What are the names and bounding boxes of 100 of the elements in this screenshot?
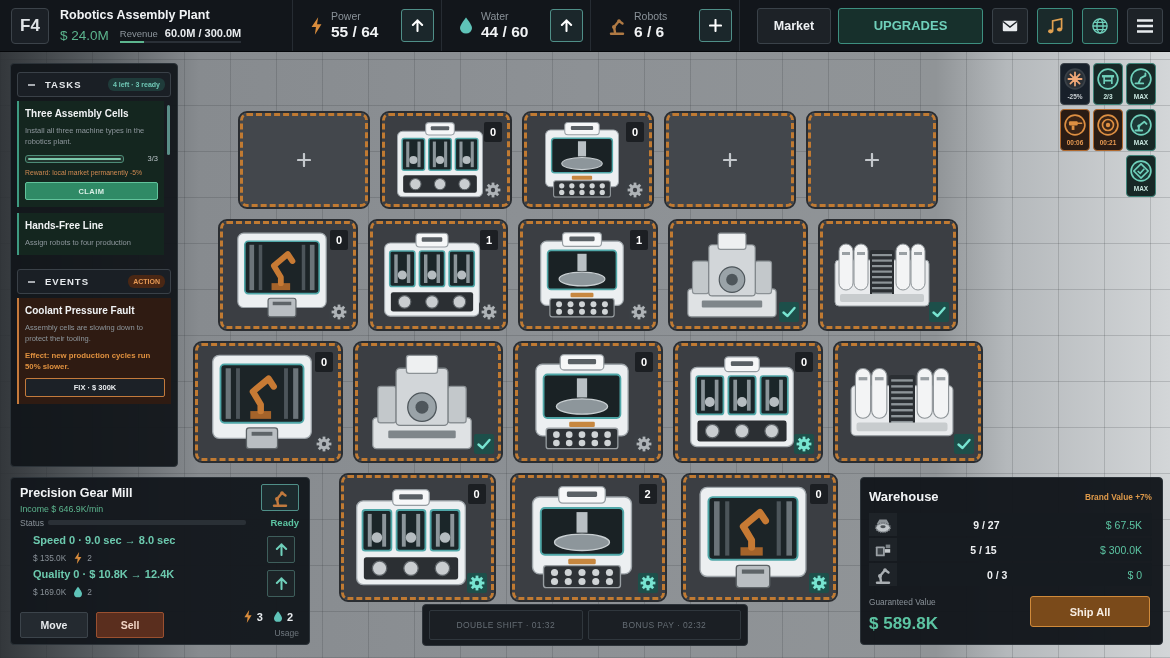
plant-name: Robotics Assembly Plant xyxy=(60,8,211,22)
stock-amount: 5 / 15 xyxy=(969,543,998,556)
tile-count: 0 xyxy=(484,122,502,142)
floor-tile[interactable]: 2 xyxy=(511,475,665,600)
tile-count: 0 xyxy=(626,122,644,142)
empty-floor-tile[interactable] xyxy=(808,113,936,207)
tile-count: 1 xyxy=(480,230,498,250)
water-drop-icon xyxy=(74,586,83,598)
nav-button[interactable]: UPGRADES xyxy=(838,7,983,44)
add-button[interactable] xyxy=(699,9,732,42)
music-button[interactable] xyxy=(1037,7,1073,44)
upgrade-title: Quality 0 · $ 10.8K → 12.4K xyxy=(33,568,176,580)
floor-tile[interactable]: 0 xyxy=(682,475,836,600)
tile-count: 0 xyxy=(809,484,828,504)
collapse-icon xyxy=(28,83,35,86)
arrow-up-icon xyxy=(411,19,424,32)
globe-button[interactable] xyxy=(1082,7,1118,44)
upgrade-cost: $ 135.0K xyxy=(33,553,67,563)
upgrade-resource-amount: 2 xyxy=(87,587,92,597)
tile-count: 2 xyxy=(638,484,657,504)
usage-amount: 2 xyxy=(286,610,293,623)
empty-floor-tile[interactable] xyxy=(240,113,368,207)
tile-count: 0 xyxy=(315,352,333,372)
task-title: Hands-Free Line xyxy=(25,220,105,231)
upgrade-button[interactable] xyxy=(401,9,434,42)
machine-name: Precision Gear Mill xyxy=(20,486,133,500)
tile-count: 0 xyxy=(467,484,486,504)
empty-floor-tile[interactable] xyxy=(666,113,794,207)
upgrade-button[interactable] xyxy=(267,569,295,597)
arrow-up-icon xyxy=(560,19,573,32)
floor-tile[interactable] xyxy=(670,221,806,329)
tile-count: 0 xyxy=(635,352,653,372)
plus-icon xyxy=(709,19,722,32)
upgrade-resource-amount: 2 xyxy=(87,553,92,563)
nav-button[interactable]: Market xyxy=(757,7,831,44)
upgrade-title: Speed 0 · 9.0 sec → 8.0 sec xyxy=(33,534,177,546)
stock-value: $ 67.5K xyxy=(1105,518,1143,531)
sell-button[interactable]: Sell xyxy=(96,612,164,638)
tile-count: 1 xyxy=(630,230,648,250)
robot-arm-icon xyxy=(874,565,892,584)
music-note-icon xyxy=(1047,17,1063,34)
ship-all-button[interactable]: Ship All xyxy=(1030,596,1150,627)
floor-tile[interactable]: 0 xyxy=(382,113,510,207)
resource-value: 6 / 6 xyxy=(634,23,666,41)
floor-tile[interactable]: 0 xyxy=(340,475,494,600)
arrow-up-icon xyxy=(274,576,288,590)
upgrade-button[interactable] xyxy=(267,535,295,563)
guaranteed-value: $ 589.8K xyxy=(869,614,938,634)
floor-tile[interactable] xyxy=(835,343,981,461)
globe-icon xyxy=(1092,17,1108,34)
stock-amount: 0 / 3 xyxy=(985,568,1009,581)
robot-arm-icon xyxy=(609,16,625,35)
move-button[interactable]: Move xyxy=(20,612,88,638)
stock-amount: 9 / 27 xyxy=(972,518,1001,531)
floor-tile[interactable]: 0 xyxy=(220,221,356,329)
drill-icon xyxy=(1064,114,1086,136)
plus-icon xyxy=(297,153,311,167)
diamond-check-icon xyxy=(1130,160,1152,182)
event-title: Coolant Pressure Fault xyxy=(25,305,136,316)
floor-tile[interactable]: 0 xyxy=(195,343,341,461)
mail-button[interactable] xyxy=(992,7,1028,44)
burst-icon xyxy=(1064,68,1086,90)
floor-tile[interactable]: 0 xyxy=(515,343,661,461)
stock-value: $ 0 xyxy=(1127,568,1143,581)
scrollbar-thumb[interactable] xyxy=(167,105,170,155)
resource-label: Power xyxy=(331,10,362,22)
machine-thumbnail-button[interactable] xyxy=(261,484,299,511)
guaranteed-value-label: Guaranteed Value xyxy=(869,597,937,607)
menu-icon xyxy=(1137,17,1153,34)
plus-icon xyxy=(723,153,737,167)
machine-income: Income $ 646.9K/min xyxy=(20,504,105,514)
floor-tile[interactable] xyxy=(355,343,501,461)
plus-icon xyxy=(865,153,879,167)
usage-label: Usage xyxy=(274,628,299,638)
lightning-icon xyxy=(311,16,322,35)
robot-arm-icon xyxy=(1130,114,1152,136)
stock-value: $ 300.0K xyxy=(1099,543,1143,556)
status-value: Ready xyxy=(270,517,299,528)
floor-number-badge: F4 xyxy=(11,7,49,44)
floor-tile[interactable]: 0 xyxy=(675,343,821,461)
tile-count: 0 xyxy=(330,230,348,250)
upgrade-button[interactable] xyxy=(550,9,583,42)
floor-tile[interactable]: 1 xyxy=(520,221,656,329)
arrow-up-icon xyxy=(274,542,288,556)
resource-label: Robots xyxy=(634,10,668,22)
resource-value: 55 / 64 xyxy=(331,23,379,41)
resource-value: 44 / 60 xyxy=(481,23,529,41)
collapse-icon xyxy=(28,280,35,283)
usage-amount: 3 xyxy=(256,610,263,623)
floor-tile[interactable]: 0 xyxy=(524,113,652,207)
resource-label: Water xyxy=(481,10,510,22)
revenue-value: 60.0M / 300.0M xyxy=(164,27,242,39)
floor-tile[interactable]: 1 xyxy=(370,221,506,329)
warehouse-title: Warehouse xyxy=(869,489,939,504)
brand-value: Brand Value +7% xyxy=(1084,491,1152,502)
water-drop-icon xyxy=(273,610,282,623)
menu-button[interactable] xyxy=(1127,7,1163,44)
status-label: Status xyxy=(20,517,45,528)
floor-tile[interactable] xyxy=(820,221,956,329)
cash-balance: $ 24.0M xyxy=(60,28,109,43)
